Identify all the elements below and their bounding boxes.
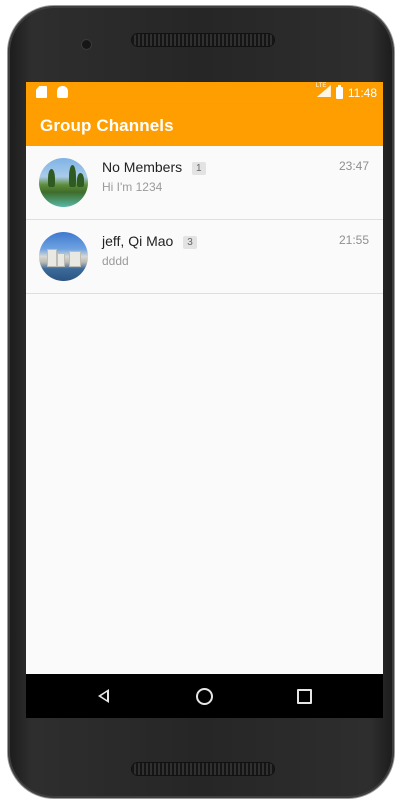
bottom-speaker-grille	[132, 763, 274, 775]
last-message-time: 21:55	[338, 233, 369, 247]
channel-avatar	[39, 232, 88, 281]
network-type-label: LTE	[315, 83, 327, 89]
battery-icon	[335, 84, 343, 99]
sd-card-icon	[36, 86, 47, 98]
channel-name: No Members	[102, 159, 183, 175]
page-title: Group Channels	[40, 116, 174, 135]
back-icon[interactable]	[98, 689, 109, 703]
channel-list: No Members 1 Hi I'm 1234 23:47 jeff, Qi …	[26, 146, 383, 294]
channel-row[interactable]: No Members 1 Hi I'm 1234 23:47	[26, 146, 383, 220]
last-message: Hi I'm 1234	[102, 180, 163, 194]
system-nav-bar	[26, 674, 383, 718]
top-speaker-grille	[132, 34, 274, 46]
android-icon	[57, 86, 68, 98]
member-count-badge: 1	[192, 162, 206, 175]
status-bar: LTE 11:48	[26, 82, 383, 104]
member-count-badge: 3	[183, 236, 197, 249]
channel-name-line: jeff, Qi Mao 3	[102, 233, 197, 249]
status-time: 11:48	[347, 85, 377, 100]
app-screen: LTE 11:48 Group Channels No Members 1 Hi…	[26, 82, 383, 718]
front-camera	[82, 40, 91, 49]
channel-name-line: No Members 1	[102, 159, 206, 175]
app-bar: Group Channels	[26, 104, 383, 146]
home-icon[interactable]	[196, 688, 213, 705]
last-message: dddd	[102, 254, 129, 268]
channel-name: jeff, Qi Mao	[102, 233, 174, 249]
recents-icon[interactable]	[297, 689, 312, 704]
channel-row[interactable]: jeff, Qi Mao 3 dddd 21:55	[26, 220, 383, 294]
last-message-time: 23:47	[338, 159, 369, 173]
channel-avatar	[39, 158, 88, 207]
